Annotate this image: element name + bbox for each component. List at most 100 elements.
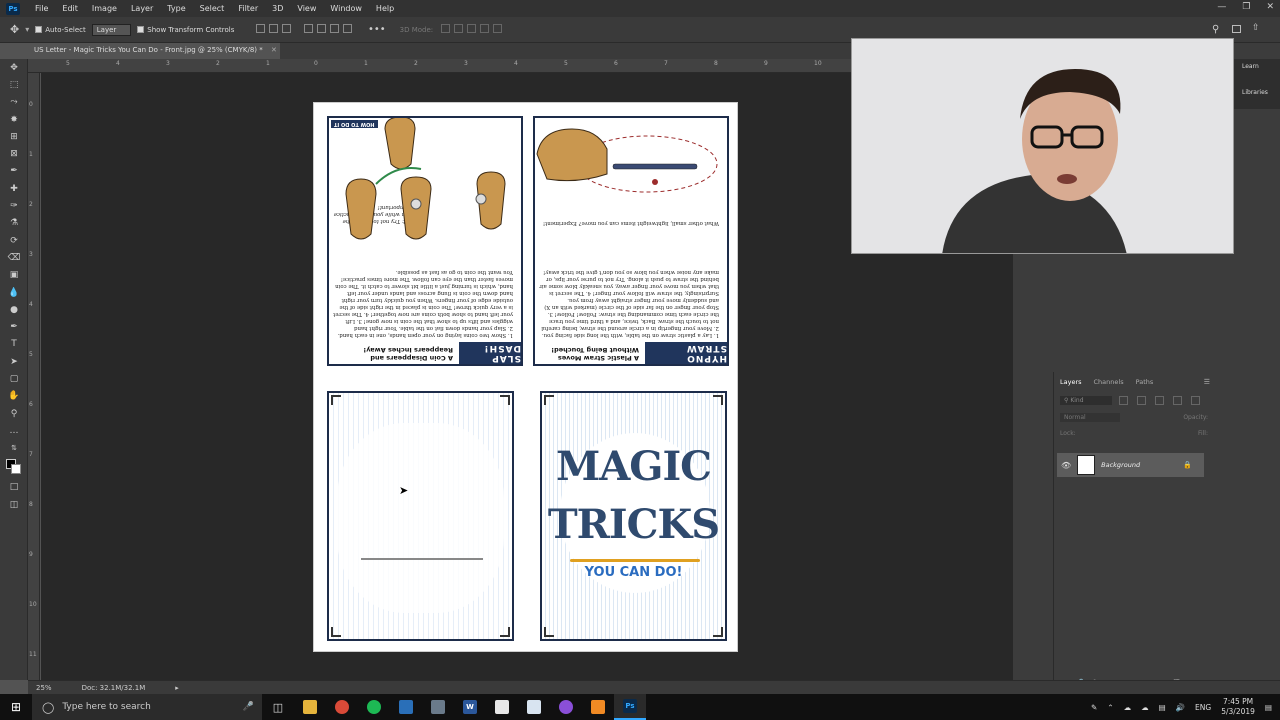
tray-chevron-icon[interactable]: ⌃ — [1107, 703, 1113, 712]
dodge-tool-icon[interactable]: ● — [0, 301, 28, 318]
lasso-tool-icon[interactable]: ⤳ — [0, 94, 28, 111]
filter-pixel-icon[interactable] — [1119, 396, 1128, 405]
network-icon[interactable]: ▤ — [1159, 703, 1166, 712]
screen-mode-icon[interactable]: ◫ — [0, 496, 28, 513]
windows-start-icon[interactable]: ⊞ — [0, 694, 32, 720]
brush-tool-icon[interactable]: ✑ — [0, 197, 28, 214]
menu-filter[interactable]: Filter — [231, 4, 265, 13]
libraries-panel-button[interactable]: Libraries — [1242, 89, 1268, 96]
task-view-icon[interactable]: ◫ — [262, 694, 294, 720]
spotify-icon[interactable] — [358, 694, 390, 720]
menu-type[interactable]: Type — [160, 4, 192, 13]
photos-app-icon[interactable] — [422, 694, 454, 720]
marquee-tool-icon[interactable]: ⬚ — [0, 76, 28, 93]
visibility-eye-icon[interactable]: 👁 — [1061, 461, 1071, 470]
menu-file[interactable]: File — [28, 4, 55, 13]
zoom-level[interactable]: 25% — [36, 684, 52, 692]
card-slap-dash[interactable]: SLAP DASH! A Coin Disappears and Reappea… — [327, 116, 523, 366]
tab-paths[interactable]: Paths — [1130, 378, 1160, 386]
layer-row-background[interactable]: 👁 Background 🔒 — [1057, 453, 1204, 477]
healing-brush-tool-icon[interactable]: ✚ — [0, 180, 28, 197]
filter-type-icon[interactable] — [1155, 396, 1164, 405]
workspace-icon[interactable] — [1232, 25, 1241, 33]
edit-toolbar-icon[interactable]: … — [0, 422, 28, 439]
share-icon[interactable]: ⇧ — [1252, 23, 1260, 33]
history-brush-tool-icon[interactable]: ⟳ — [0, 232, 28, 249]
file-explorer-icon[interactable] — [294, 694, 326, 720]
blur-tool-icon[interactable]: 💧 — [0, 284, 28, 301]
eraser-tool-icon[interactable]: ⌫ — [0, 249, 28, 266]
auto-select-target-dropdown[interactable]: Layer — [91, 23, 132, 36]
eyedropper-tool-icon[interactable]: ✒ — [0, 163, 28, 180]
blend-mode-dropdown[interactable]: Normal — [1060, 413, 1120, 422]
move-tool-icon[interactable]: ✥ — [0, 59, 28, 76]
align-middle-icon[interactable] — [316, 24, 326, 33]
filter-smart-icon[interactable] — [1191, 396, 1200, 405]
minimize-icon[interactable]: — — [1217, 2, 1226, 12]
cloud-icon[interactable]: ☁ — [1124, 703, 1132, 712]
path-select-tool-icon[interactable]: ➤ — [0, 353, 28, 370]
status-arrow-icon[interactable]: ▸ — [175, 684, 179, 692]
3d-slide-icon[interactable] — [480, 24, 490, 33]
card-cover[interactable]: MAGIC TRICKS YOU CAN DO! — [540, 391, 727, 641]
hand-tool-icon[interactable]: ✋ — [0, 388, 28, 405]
auto-select-checkbox[interactable]: Auto-Select — [35, 26, 86, 34]
3d-roll-icon[interactable] — [454, 24, 464, 33]
background-color-icon[interactable] — [11, 463, 21, 474]
type-tool-icon[interactable]: T — [0, 336, 28, 353]
align-center-icon[interactable] — [269, 24, 279, 33]
more-options-icon[interactable]: ••• — [368, 24, 386, 35]
menu-window[interactable]: Window — [323, 4, 369, 13]
photoshop-taskbar-icon[interactable]: Ps — [614, 694, 646, 720]
menu-edit[interactable]: Edit — [55, 4, 85, 13]
menu-layer[interactable]: Layer — [124, 4, 160, 13]
menu-select[interactable]: Select — [193, 4, 232, 13]
move-tool-icon[interactable]: ✥ — [10, 23, 19, 36]
menu-view[interactable]: View — [290, 4, 323, 13]
document-app-icon[interactable] — [486, 694, 518, 720]
document-page[interactable]: SLAP DASH! A Coin Disappears and Reappea… — [313, 102, 738, 652]
document-tab[interactable]: US Letter - Magic Tricks You Can Do - Fr… — [28, 43, 280, 59]
panel-menu-icon[interactable]: ☰ — [1204, 378, 1210, 386]
3d-rotate-icon[interactable] — [441, 24, 451, 33]
card-hypno-straw[interactable]: HYPNO STRAW A Plastic Straw Moves Withou… — [533, 116, 729, 366]
3d-scale-icon[interactable] — [493, 24, 503, 33]
gradient-tool-icon[interactable]: ▣ — [0, 267, 28, 284]
align-left-icon[interactable] — [256, 24, 266, 33]
tool-preset-chevron-icon[interactable]: ▾ — [25, 25, 29, 34]
menu-3d[interactable]: 3D — [265, 4, 290, 13]
rectangle-tool-icon[interactable]: ▢ — [0, 370, 28, 387]
search-icon[interactable]: ⚲ — [1212, 24, 1219, 35]
menu-help[interactable]: Help — [369, 4, 401, 13]
taskbar-clock[interactable]: 7:45 PM 5/3/2019 — [1221, 697, 1255, 717]
layer-name[interactable]: Background — [1101, 461, 1140, 469]
restore-icon[interactable]: ❐ — [1242, 2, 1250, 12]
vlc-icon[interactable] — [582, 694, 614, 720]
microphone-icon[interactable]: 🎤 — [243, 702, 254, 712]
notifications-icon[interactable]: ▤ — [1265, 703, 1272, 712]
crop-tool-icon[interactable]: ⊞ — [0, 128, 28, 145]
pen-icon[interactable]: ✎ — [1091, 703, 1097, 712]
pen-tool-icon[interactable]: ✒ — [0, 318, 28, 335]
align-bottom-icon[interactable] — [329, 24, 339, 33]
learn-panel-button[interactable]: Learn — [1242, 63, 1259, 70]
volume-icon[interactable]: 🔊 — [1176, 703, 1185, 712]
zoom-tool-icon[interactable]: ⚲ — [0, 405, 28, 422]
onedrive-icon[interactable]: ☁ — [1141, 703, 1149, 712]
quick-mask-icon[interactable]: □ — [0, 479, 28, 496]
3d-pan-icon[interactable] — [467, 24, 477, 33]
close-tab-icon[interactable]: ✕ — [271, 46, 277, 54]
color-swatch[interactable] — [0, 457, 28, 479]
show-transform-checkbox[interactable]: Show Transform Controls — [137, 26, 234, 34]
language-indicator[interactable]: ENG — [1195, 703, 1211, 712]
filter-shape-icon[interactable] — [1173, 396, 1182, 405]
tab-layers[interactable]: Layers — [1054, 378, 1088, 386]
chrome-icon[interactable] — [326, 694, 358, 720]
frame-tool-icon[interactable]: ⊠ — [0, 145, 28, 162]
taskbar-search[interactable]: ◯ Type here to search 🎤 — [32, 694, 262, 720]
card-blank[interactable]: ➤ — [327, 391, 514, 641]
layer-kind-dropdown[interactable]: ⚲ Kind — [1060, 396, 1112, 405]
default-colors-icon[interactable]: ⇅ — [0, 440, 28, 457]
word-icon[interactable]: W — [454, 694, 486, 720]
distribute-icon[interactable] — [342, 24, 352, 33]
